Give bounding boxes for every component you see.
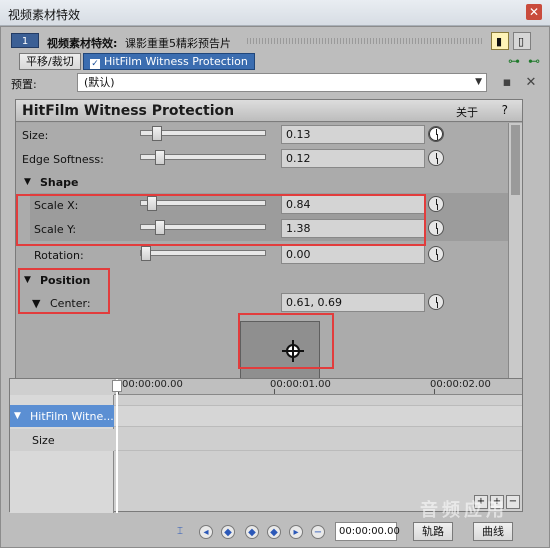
effect-header-title: 视频素材特效:: [47, 37, 118, 50]
delete-preset-icon[interactable]: ✕: [523, 75, 539, 91]
playhead[interactable]: [116, 379, 118, 513]
keyframe-clock-icon[interactable]: [428, 126, 444, 142]
prev-keyframe-icon[interactable]: ◆: [221, 525, 235, 539]
ruler-tick: [434, 389, 435, 394]
annotation-box-position: [18, 268, 110, 314]
effect-header-subtitle: 课影重重5精彩预告片: [125, 37, 231, 50]
zoom-out-button[interactable]: −: [506, 495, 520, 509]
plugin-chain-remove-icon[interactable]: ⊷: [525, 54, 543, 70]
center-value-field[interactable]: 0.61, 0.69: [281, 293, 425, 312]
annotation-box-preview: [238, 313, 334, 369]
annotation-box-scale: [16, 194, 426, 246]
next-keyframe-icon[interactable]: ◆: [267, 525, 281, 539]
panel-scrollbar[interactable]: [508, 123, 522, 379]
last-keyframe-icon[interactable]: ▸: [289, 525, 303, 539]
triangle-down-icon[interactable]: ▼: [14, 411, 21, 421]
rotation-value-field[interactable]: 0.00: [281, 245, 425, 264]
track-number-chip: 1: [11, 33, 39, 48]
plugin-panel: HitFilm Witness Protection 关于 ? Size: 0.…: [15, 99, 523, 381]
timecode-field[interactable]: 00:00:00.00: [335, 522, 400, 541]
slider-knob[interactable]: [152, 126, 163, 141]
chain-checkbox[interactable]: ✓: [90, 59, 100, 69]
keyframe-timeline: 00:00:00.00 00:00:01.00 00:00:02.00 ▼ Hi…: [9, 378, 523, 513]
triangle-down-icon: ▼: [24, 177, 31, 187]
view-mode-b-icon: ▯: [518, 35, 525, 48]
param-row-edge-softness: Edge Softness: 0.12: [16, 147, 508, 171]
plugin-title: HitFilm Witness Protection: [22, 103, 235, 119]
group-label: Shape: [40, 176, 79, 189]
track-label: HitFilm Witne...: [30, 410, 114, 423]
plugin-chain-add-icon[interactable]: ⊶: [505, 54, 523, 70]
close-button[interactable]: ✕: [526, 4, 542, 20]
keyframe-clock-icon[interactable]: [428, 220, 444, 236]
chain-item-pan-crop[interactable]: 平移/裁切: [19, 53, 81, 70]
scrollbar-thumb[interactable]: [511, 125, 520, 195]
param-row-size: Size: 0.13: [16, 123, 508, 147]
track-row-size[interactable]: Size: [10, 429, 114, 451]
keyframe-clock-icon[interactable]: [428, 196, 444, 212]
plugin-header: HitFilm Witness Protection 关于 ?: [16, 100, 522, 122]
right-scrollbar[interactable]: [533, 99, 545, 379]
preset-label: 预置:: [11, 78, 37, 91]
watermark: 音频应用: [420, 500, 508, 521]
param-row-rotation: Rotation: 0.00: [16, 243, 508, 267]
size-slider[interactable]: [140, 126, 266, 141]
track-row-hitfilm[interactable]: ▼ HitFilm Witne...: [10, 405, 114, 427]
ruler-tick-label: 00:00:00.00: [122, 379, 183, 390]
header-grip: [247, 38, 483, 44]
curves-button[interactable]: 曲线: [473, 522, 513, 541]
effect-header: 1 视频素材特效: 课影重重5精彩预告片 ▮ ▯: [7, 31, 545, 51]
edge-softness-slider[interactable]: [140, 150, 266, 165]
parameter-list: Size: 0.13 Edge Softness: 0.12 ▼ Shape S…: [16, 123, 508, 381]
ruler-tick-label: 00:00:01.00: [270, 379, 331, 390]
edge-softness-value-field[interactable]: 0.12: [281, 149, 425, 168]
first-keyframe-icon[interactable]: ◂: [199, 525, 213, 539]
param-label: Size:: [22, 129, 49, 142]
title-bar: 视频素材特效 ✕: [0, 0, 550, 26]
playhead-handle[interactable]: [112, 380, 122, 392]
effect-chain: 平移/裁切 ✓ HitFilm Witness Protection ⊶ ⊷: [7, 53, 545, 71]
keyframe-clock-icon[interactable]: [428, 246, 444, 262]
view-mode-button-a[interactable]: ▮: [491, 32, 509, 50]
chain-item-hitfilm-label: HitFilm Witness Protection: [104, 55, 248, 68]
keyframe-lane[interactable]: [114, 405, 522, 427]
track-list: ▼ HitFilm Witne... Size: [10, 395, 114, 513]
group-shape[interactable]: ▼ Shape: [16, 171, 508, 193]
window-body: 1 视频素材特效: 课影重重5精彩预告片 ▮ ▯ 平移/裁切 ✓ HitFilm …: [0, 26, 550, 548]
ruler-tick-label: 00:00:02.00: [430, 379, 491, 390]
rotation-slider[interactable]: [140, 246, 266, 261]
ruler-tick: [274, 389, 275, 394]
preset-select[interactable]: (默认) ▼: [77, 73, 487, 92]
chevron-down-icon: ▼: [475, 77, 482, 87]
window-title: 视频素材特效: [8, 8, 81, 22]
view-mode-a-icon: ▮: [496, 35, 503, 48]
about-button[interactable]: 关于: [456, 104, 478, 120]
track-label: Size: [32, 434, 55, 447]
size-value-field[interactable]: 0.13: [281, 125, 425, 144]
param-label: Edge Softness:: [22, 153, 104, 166]
keyframe-lane[interactable]: [114, 429, 522, 451]
keyframe-clock-icon[interactable]: [428, 150, 444, 166]
time-ruler[interactable]: 00:00:00.00 00:00:01.00 00:00:02.00: [114, 379, 522, 395]
sync-cursor-icon[interactable]: ⌶: [173, 525, 187, 539]
chain-item-hitfilm[interactable]: ✓ HitFilm Witness Protection: [83, 53, 255, 70]
tracks-button[interactable]: 轨路: [413, 522, 453, 541]
save-preset-icon[interactable]: ▪: [499, 75, 515, 91]
add-keyframe-icon[interactable]: ◆: [245, 525, 259, 539]
view-mode-button-b[interactable]: ▯: [513, 32, 531, 50]
delete-keyframe-icon[interactable]: −: [311, 525, 325, 539]
preset-row: 预置: (默认) ▼ ▪ ✕: [7, 73, 545, 93]
param-label: Rotation:: [34, 249, 84, 262]
slider-knob[interactable]: [141, 246, 151, 261]
keyframe-clock-icon[interactable]: [428, 294, 444, 310]
preset-value: (默认): [84, 76, 115, 89]
slider-knob[interactable]: [154, 150, 165, 165]
help-button[interactable]: ?: [502, 103, 508, 117]
